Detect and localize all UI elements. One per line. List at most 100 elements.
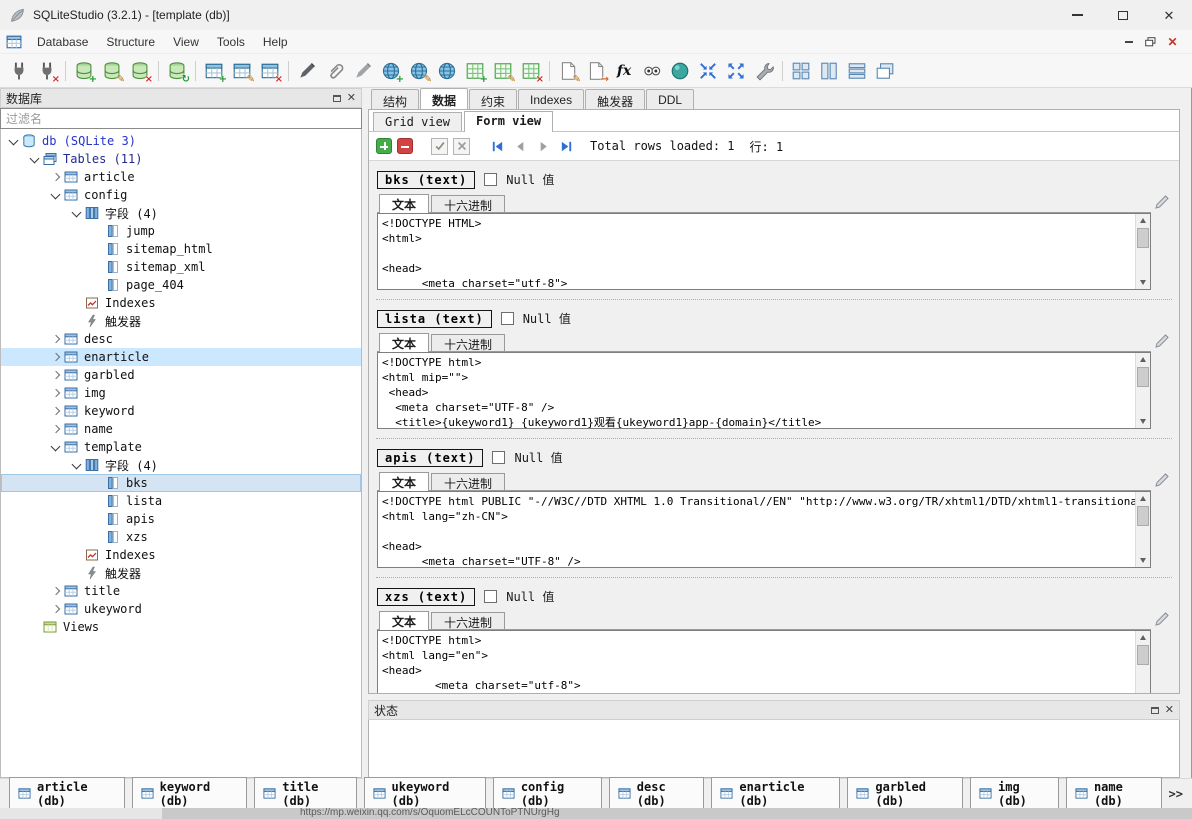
tile-windows-button[interactable] <box>788 58 814 84</box>
vertical-scrollbar[interactable] <box>1135 214 1150 289</box>
grid-edit-button[interactable]: ✎ <box>490 58 516 84</box>
tree-item-desc[interactable]: desc <box>1 330 361 348</box>
window-button-name[interactable]: name (db) <box>1066 777 1162 811</box>
vertical-scrollbar[interactable] <box>1135 492 1150 567</box>
tab-ddl[interactable]: DDL <box>646 89 694 109</box>
expand-arrow-icon[interactable] <box>49 404 64 418</box>
previous-row-button[interactable] <box>511 137 529 155</box>
tree-item-config[interactable]: config <box>1 186 361 204</box>
scroll-down-icon[interactable] <box>1136 554 1150 567</box>
scrollbar-track[interactable] <box>1136 505 1150 554</box>
tree-item-bks[interactable]: bks <box>1 474 361 492</box>
rollback-button[interactable] <box>453 138 470 155</box>
null-checkbox[interactable] <box>492 451 505 464</box>
tree-filter-input[interactable] <box>0 108 362 129</box>
next-row-button[interactable] <box>534 137 552 155</box>
collapse-arrow-icon[interactable] <box>70 206 85 220</box>
tab-数据[interactable]: 数据 <box>420 88 468 109</box>
field-value-textarea[interactable]: <!DOCTYPE HTML> <html> <head> <meta char… <box>378 214 1135 289</box>
edit-in-editor-icon[interactable] <box>1154 333 1170 349</box>
pen-button[interactable] <box>294 58 320 84</box>
expand-arrow-icon[interactable] <box>49 602 64 616</box>
null-checkbox[interactable] <box>484 173 497 186</box>
globe-edit-button[interactable]: ✎ <box>406 58 432 84</box>
field-splitter[interactable] <box>376 577 1172 578</box>
window-button-article[interactable]: article (db) <box>9 777 125 811</box>
collapse-arrow-icon[interactable] <box>70 458 85 472</box>
add-row-button[interactable] <box>376 138 392 154</box>
tree-item-sitemap-html[interactable]: sitemap_html <box>1 240 361 258</box>
scrollbar-track[interactable] <box>1136 227 1150 276</box>
scroll-down-icon[interactable] <box>1136 415 1150 428</box>
delete-row-button[interactable] <box>397 138 413 154</box>
tree-item-img[interactable]: img <box>1 384 361 402</box>
tree-item-enarticle[interactable]: enarticle <box>1 348 361 366</box>
tree-item-garbled[interactable]: garbled <box>1 366 361 384</box>
import-button[interactable] <box>695 58 721 84</box>
last-row-button[interactable] <box>557 137 575 155</box>
float-panel-icon[interactable] <box>333 95 341 102</box>
expand-arrow-icon[interactable] <box>49 350 64 364</box>
menu-tools[interactable]: Tools <box>208 32 254 52</box>
window-button-keyword[interactable]: keyword (db) <box>132 777 248 811</box>
tree-item-ukeyword[interactable]: ukeyword <box>1 600 361 618</box>
grid-add-button[interactable]: + <box>462 58 488 84</box>
window-button-img[interactable]: img (db) <box>970 777 1059 811</box>
tab-form-view[interactable]: Form view <box>464 111 553 132</box>
globe-button[interactable] <box>434 58 460 84</box>
tree-item-keyword[interactable]: keyword <box>1 402 361 420</box>
tab-约束[interactable]: 约束 <box>469 89 517 109</box>
collapse-arrow-icon[interactable] <box>28 152 43 166</box>
new-table-button[interactable]: + <box>201 58 227 84</box>
remove-database-button[interactable]: × <box>127 58 153 84</box>
first-row-button[interactable] <box>488 137 506 155</box>
paperclip-button[interactable] <box>322 58 348 84</box>
mdi-restore-button[interactable] <box>1141 33 1160 50</box>
tab-hex[interactable]: 十六进制 <box>431 473 505 490</box>
tree-item-template[interactable]: template <box>1 438 361 456</box>
collapse-arrow-icon[interactable] <box>49 440 64 454</box>
window-button-ukeyword[interactable]: ukeyword (db) <box>364 777 486 811</box>
tab-hex[interactable]: 十六进制 <box>431 612 505 629</box>
ddl-history-button[interactable] <box>667 58 693 84</box>
tab-text[interactable]: 文本 <box>379 194 429 213</box>
maximize-button[interactable] <box>1100 0 1146 30</box>
tree-item-sitemap-xml[interactable]: sitemap_xml <box>1 258 361 276</box>
close-panel-icon[interactable]: ✕ <box>347 93 356 104</box>
scrollbar-track[interactable] <box>1136 644 1150 693</box>
tree-item-字段-4-[interactable]: 字段 (4) <box>1 456 361 474</box>
edit-database-button[interactable]: ✎ <box>99 58 125 84</box>
vertical-scrollbar[interactable] <box>1135 631 1150 693</box>
expand-arrow-icon[interactable] <box>49 386 64 400</box>
marker-button[interactable] <box>350 58 376 84</box>
split-windows-button[interactable] <box>816 58 842 84</box>
null-checkbox[interactable] <box>484 590 497 603</box>
tree-item-lista[interactable]: lista <box>1 492 361 510</box>
tree-item-触发器[interactable]: 触发器 <box>1 312 361 330</box>
export-button[interactable] <box>723 58 749 84</box>
tree-item-name[interactable]: name <box>1 420 361 438</box>
tab-text[interactable]: 文本 <box>379 611 429 630</box>
window-button-garbled[interactable]: garbled (db) <box>847 777 963 811</box>
tree-item-indexes[interactable]: Indexes <box>1 546 361 564</box>
vertical-scrollbar[interactable] <box>1135 353 1150 428</box>
tree-item-article[interactable]: article <box>1 168 361 186</box>
globe-add-button[interactable]: + <box>378 58 404 84</box>
expand-arrow-icon[interactable] <box>49 368 64 382</box>
tree-item-jump[interactable]: jump <box>1 222 361 240</box>
configuration-button[interactable] <box>751 58 777 84</box>
window-list-overflow-button[interactable]: >> <box>1169 787 1183 801</box>
expand-arrow-icon[interactable] <box>49 584 64 598</box>
tab-结构[interactable]: 结构 <box>371 89 419 109</box>
scrollbar-thumb[interactable] <box>1137 506 1149 526</box>
menu-help[interactable]: Help <box>254 32 297 52</box>
collapse-arrow-icon[interactable] <box>7 134 22 148</box>
scroll-up-icon[interactable] <box>1136 353 1150 366</box>
window-button-title[interactable]: title (db) <box>254 777 356 811</box>
tab-hex[interactable]: 十六进制 <box>431 195 505 212</box>
tab-text[interactable]: 文本 <box>379 333 429 352</box>
field-value-textarea[interactable]: <!DOCTYPE html> <html mip=""> <head> <me… <box>378 353 1135 428</box>
tree-item-page-404[interactable]: page_404 <box>1 276 361 294</box>
close-status-panel-icon[interactable]: ✕ <box>1165 705 1174 716</box>
tree-item-xzs[interactable]: xzs <box>1 528 361 546</box>
